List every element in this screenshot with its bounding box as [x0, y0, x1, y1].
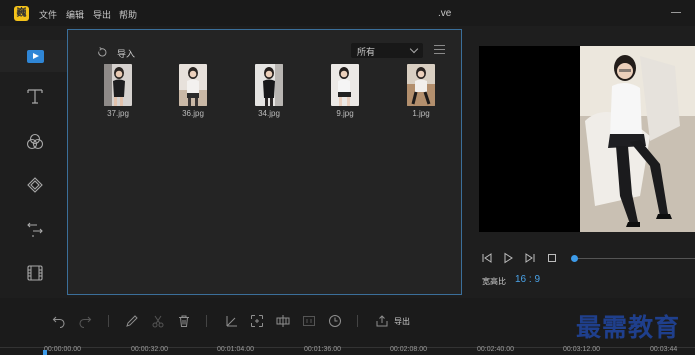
aspect-ratio-value[interactable]: 16 : 9	[515, 274, 540, 285]
chevron-down-icon	[409, 44, 419, 54]
import-button[interactable]: 导入	[117, 47, 135, 60]
aspect-ratio-label: 宽高比	[482, 277, 506, 286]
watermark: 最需教育	[576, 313, 681, 342]
stop-icon[interactable]	[546, 252, 558, 264]
transition-icon	[27, 222, 43, 237]
previous-frame-icon[interactable]	[481, 252, 493, 264]
toolbar-divider	[108, 315, 109, 327]
playback-progress-handle[interactable]	[571, 255, 578, 262]
document-title: .ve	[438, 8, 452, 19]
media-library-panel: 导入 所有 37.jpg 36.jpg 34.jpg 9.jpg 1.jpg	[67, 29, 462, 295]
menu-file[interactable]: 文件	[39, 8, 57, 21]
duration-icon[interactable]	[328, 314, 342, 328]
resize-icon[interactable]	[250, 314, 264, 328]
edit-icon[interactable]	[125, 314, 139, 328]
menu-edit[interactable]: 编辑	[66, 8, 84, 21]
title-bar: 巍 文件 编辑 导出 帮助 .ve	[0, 0, 695, 26]
media-icon	[26, 49, 44, 63]
timeline-tick: 00:02:08.00	[390, 346, 427, 353]
media-filename: 37.jpg	[107, 109, 129, 118]
list-view-icon[interactable]	[434, 45, 445, 56]
undo-icon[interactable]	[52, 314, 66, 328]
play-icon[interactable]	[502, 252, 514, 264]
media-filter-value: 所有	[357, 48, 376, 58]
media-thumbnail[interactable]	[255, 64, 283, 106]
media-thumbnail[interactable]	[407, 64, 435, 106]
playback-progress-track[interactable]	[575, 258, 695, 259]
media-filename: 36.jpg	[182, 109, 204, 118]
timeline-tick: 00:02:40.00	[477, 346, 514, 353]
media-filename: 1.jpg	[412, 109, 430, 118]
sidebar	[0, 40, 67, 296]
sidebar-item-text[interactable]	[24, 85, 46, 107]
timeline-tick: 00:03:44	[650, 346, 678, 353]
media-filter-select[interactable]: 所有	[351, 43, 423, 58]
toolbar-divider	[357, 315, 358, 327]
timeline-tick: 00:00:00.00	[44, 346, 81, 353]
media-thumbnail[interactable]	[331, 64, 359, 106]
app-window: 巍 文件 编辑 导出 帮助 .ve 导入 所有 37.jpg 36.jpg 34…	[0, 0, 695, 355]
media-filename: 9.jpg	[336, 109, 354, 118]
timeline-tick: 00:01:04.00	[217, 346, 254, 353]
timeline-tick: 00:00:32.00	[131, 346, 168, 353]
freeze-frame-icon[interactable]	[302, 314, 316, 328]
toolbar-divider	[206, 315, 207, 327]
sidebar-item-filters[interactable]	[24, 131, 46, 153]
menu-export[interactable]: 导出	[93, 8, 111, 21]
media-thumbnail[interactable]	[104, 64, 132, 106]
media-filename: 34.jpg	[258, 109, 280, 118]
split-icon[interactable]	[276, 314, 290, 328]
film-icon	[27, 265, 43, 281]
preview-photo	[580, 46, 695, 232]
app-logo: 巍	[14, 6, 29, 21]
delete-icon[interactable]	[177, 314, 191, 328]
filter-icon	[26, 133, 44, 150]
timeline-tick: 00:03:12.00	[563, 346, 600, 353]
sidebar-item-overlays[interactable]	[24, 174, 46, 196]
sidebar-item-elements[interactable]	[24, 262, 46, 284]
export-button[interactable]: 导出	[394, 316, 410, 327]
overlay-icon	[27, 177, 43, 193]
timeline-tick: 00:01:36.00	[304, 346, 341, 353]
cut-icon[interactable]	[151, 314, 165, 328]
next-frame-icon[interactable]	[524, 252, 536, 264]
media-thumbnail[interactable]	[179, 64, 207, 106]
sidebar-item-media[interactable]	[24, 45, 46, 67]
text-icon	[27, 89, 43, 104]
import-icon[interactable]	[96, 47, 107, 58]
sidebar-item-transitions[interactable]	[24, 219, 46, 241]
crop-icon[interactable]	[225, 314, 239, 328]
export-icon[interactable]	[375, 314, 389, 328]
timeline-playhead[interactable]	[43, 350, 47, 355]
menu-help[interactable]: 帮助	[119, 8, 137, 21]
minimize-icon[interactable]	[670, 6, 682, 18]
redo-icon[interactable]	[78, 314, 92, 328]
